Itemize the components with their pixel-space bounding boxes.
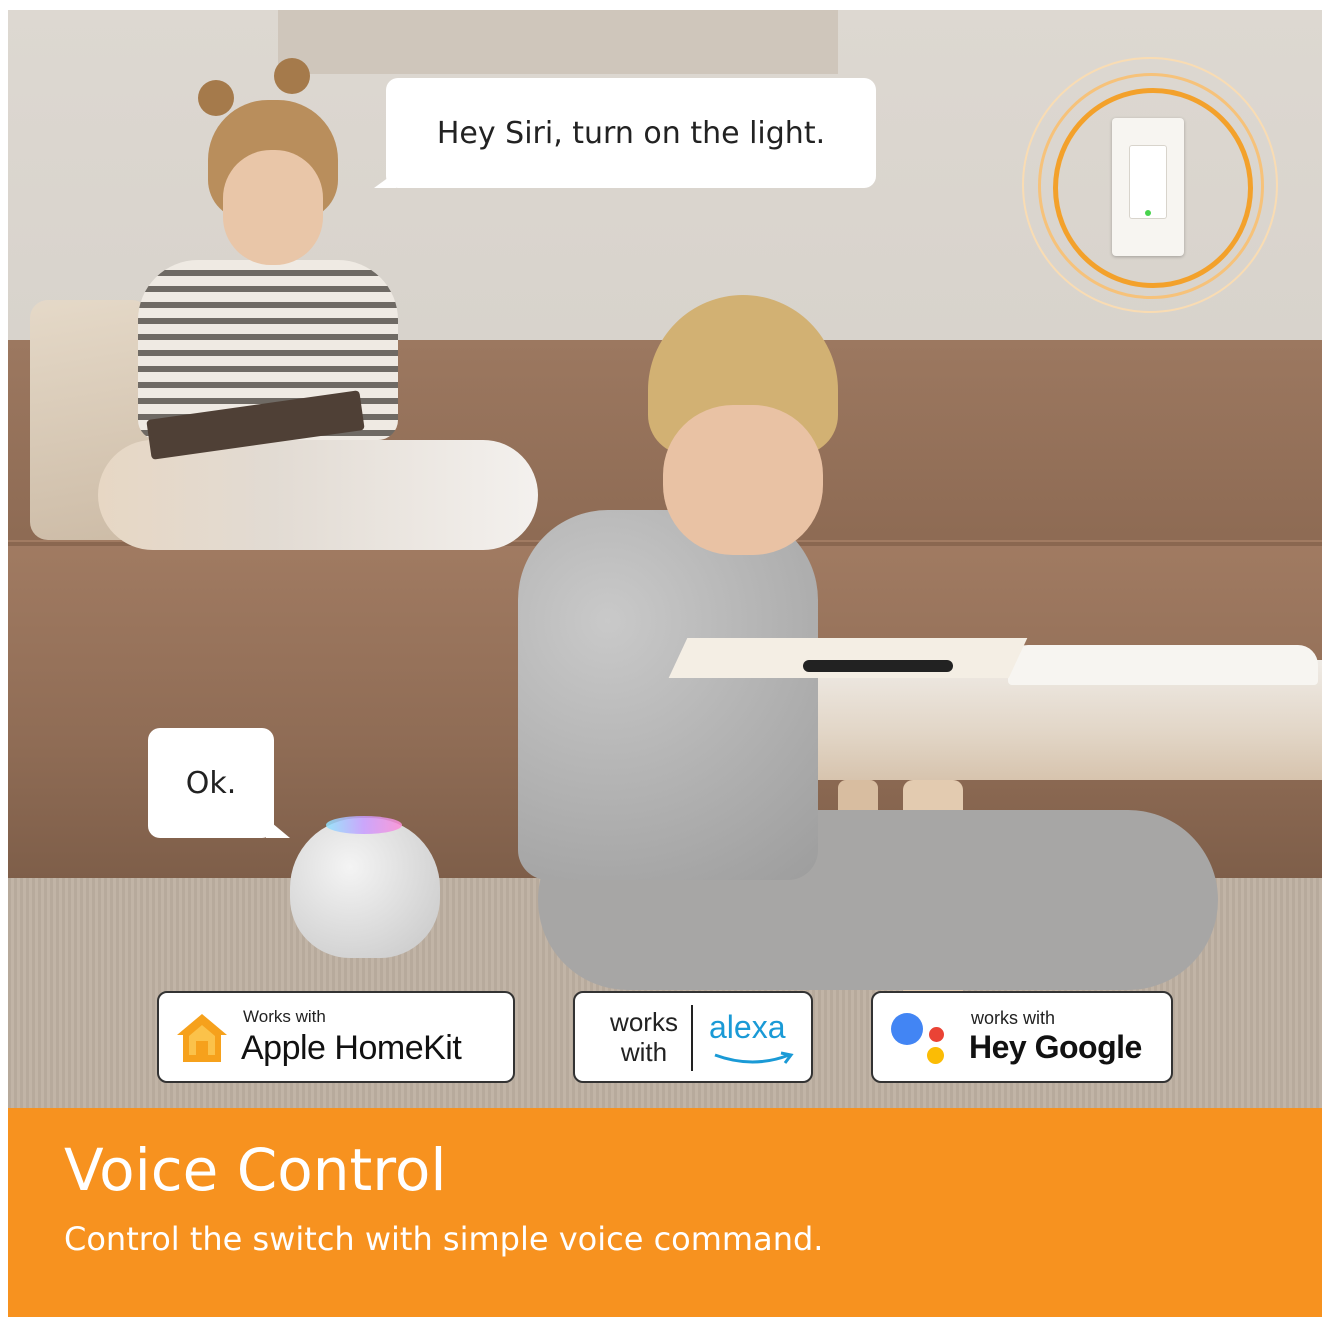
- alexa-badge-works-with: works with: [589, 1007, 699, 1067]
- google-badge-small: works with: [971, 1008, 1056, 1028]
- boy-shirt: [518, 510, 818, 880]
- google-badge: works with Hey Google: [871, 991, 1173, 1083]
- homekit-badge-small: Works with: [243, 1007, 326, 1026]
- google-badge-title: Hey Google: [969, 1029, 1142, 1065]
- pen: [803, 660, 953, 672]
- banner-subtitle: Control the switch with simple voice com…: [64, 1220, 824, 1258]
- switch-rocker: [1129, 145, 1167, 219]
- alexa-works-line1: works: [610, 1007, 678, 1037]
- banner-title: Voice Control: [64, 1136, 447, 1204]
- girl-hair-bun: [274, 58, 310, 94]
- notebook: [668, 638, 1028, 678]
- girl-face: [223, 150, 323, 265]
- google-dot-red: [929, 1027, 944, 1042]
- google-dot-blue: [891, 1013, 923, 1045]
- speaker-glow: [326, 816, 402, 834]
- reply-speech-bubble: Ok.: [148, 728, 290, 838]
- alexa-wordmark: alexa: [709, 1009, 786, 1045]
- girl-hair-bun: [198, 80, 234, 116]
- alexa-works-line2: with: [620, 1037, 668, 1067]
- smart-speaker-icon: [290, 818, 440, 958]
- alexa-smile-icon: [714, 1051, 794, 1064]
- homekit-badge-title: Apple HomeKit: [241, 1029, 462, 1067]
- google-dot-yellow: [927, 1047, 944, 1064]
- open-book: [1008, 645, 1318, 685]
- product-image: Hey Siri, turn on the light. Ok. Works w…: [8, 10, 1322, 1317]
- switch-led: [1145, 210, 1151, 216]
- wall-panel: [278, 10, 838, 74]
- boy-face: [663, 405, 823, 555]
- feature-banner: Voice Control Control the switch with si…: [8, 1108, 1322, 1317]
- siri-speech-bubble: Hey Siri, turn on the light.: [374, 78, 876, 188]
- alexa-divider: [691, 1005, 693, 1071]
- home-icon: [177, 1014, 227, 1062]
- homekit-badge: Works with Apple HomeKit: [157, 991, 515, 1083]
- alexa-badge: works with alexa: [573, 991, 813, 1083]
- living-room-photo: Hey Siri, turn on the light. Ok. Works w…: [8, 10, 1322, 1108]
